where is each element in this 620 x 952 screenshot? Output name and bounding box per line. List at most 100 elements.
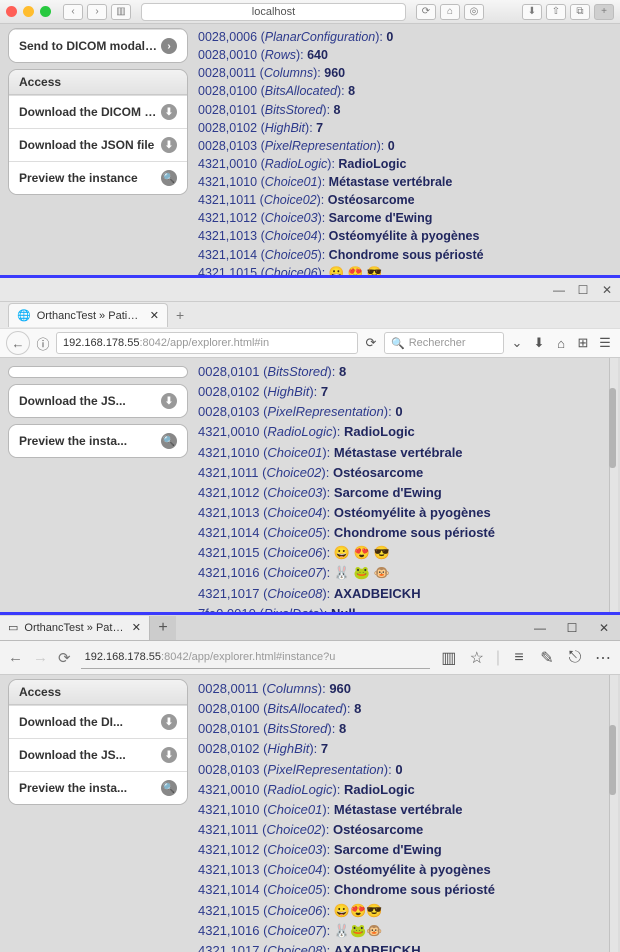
dicom-tag-list: 0028,0101 (BitsStored): 80028,0102 (High… [192, 358, 620, 612]
close-icon[interactable] [6, 6, 17, 17]
new-tab-button[interactable]: + [594, 4, 614, 20]
dicom-tag-row: 4321,1012 (Choice03): Sarcome d'Ewing [198, 209, 614, 227]
dicom-tag-row: 0028,0103 (PixelRepresentation): 0 [198, 760, 614, 780]
dicom-tag-row: 4321,1015 (Choice06): 😀 😍 😎 [198, 543, 614, 563]
preview-instance-button[interactable]: Preview the instance🔍 [9, 161, 187, 194]
maximize-icon[interactable] [40, 6, 51, 17]
dicom-tag-row: 4321,1016 (Choice07): 🐰🐸🐵 [198, 921, 614, 941]
preview-instance-button[interactable]: Preview the insta...🔍 [9, 425, 187, 457]
dicom-tag-row: 4321,1014 (Choice05): Chondrome sous pér… [198, 880, 614, 900]
dicom-tag-row: 0028,0011 (Columns): 960 [198, 64, 614, 82]
minimize-icon[interactable]: — [552, 283, 566, 297]
chevron-right-icon: › [161, 38, 177, 54]
preview-instance-button[interactable]: Preview the insta...🔍 [9, 771, 187, 804]
download-json-button[interactable]: Download the JSON file⬇ [9, 128, 187, 161]
scrollbar[interactable] [609, 358, 618, 612]
maximize-icon[interactable]: ☐ [556, 615, 588, 641]
reload-icon[interactable]: ⟳ [58, 649, 71, 667]
dicom-tag-row: 4321,1011 (Choice02): Ostéosarcome [198, 191, 614, 209]
info-icon[interactable]: ⓘ [34, 334, 52, 352]
downloads-icon[interactable]: ⬇ [522, 4, 542, 20]
menu-icon[interactable]: ⋯ [594, 648, 612, 668]
reader-icon[interactable]: ◎ [464, 4, 484, 20]
back-button[interactable]: ‹ [63, 4, 83, 20]
hub-icon[interactable]: ≡ [510, 649, 528, 667]
access-header: Access [9, 680, 187, 705]
download-json-button[interactable]: Download the JS...⬇ [9, 738, 187, 771]
notes-icon[interactable]: ✎ [538, 648, 556, 668]
close-tab-icon[interactable]: ✕ [132, 621, 141, 634]
reload-icon[interactable]: ⟳ [362, 334, 380, 352]
dicom-tag-row: 4321,1013 (Choice04): Ostéomyélite à pyo… [198, 860, 614, 880]
download-dicom-button[interactable]: Download the DICOM file⬇ [9, 95, 187, 128]
dicom-tag-row: 4321,1014 (Choice05): Chondrome sous pér… [198, 246, 614, 264]
dicom-tag-row: 4321,1017 (Choice08): AXADBEICKH [198, 941, 614, 952]
back-button[interactable]: ← [6, 331, 30, 355]
new-tab-button[interactable]: + [176, 307, 184, 323]
dicom-tag-row: 0028,0101 (BitsStored): 8 [198, 362, 614, 382]
library-icon[interactable]: ⊞ [574, 334, 592, 352]
dicom-tag-list: 0028,0006 (PlanarConfiguration): 0 0028,0… [192, 24, 620, 275]
dicom-tag-row: 0028,0102 (HighBit): 7 [198, 739, 614, 759]
dicom-tag-row: 0028,0100 (BitsAllocated): 8 [198, 699, 614, 719]
search-icon: 🔍 [161, 433, 177, 449]
menu-icon[interactable]: ☰ [596, 334, 614, 352]
download-json-button[interactable]: Download the JS...⬇ [9, 385, 187, 417]
forward-button[interactable]: → [33, 649, 48, 666]
dicom-tag-row: 4321,1015 (Choice06): 😀😍😎 [198, 901, 614, 921]
tabs-icon[interactable]: ⧉ [570, 4, 590, 20]
close-icon[interactable]: ✕ [600, 283, 614, 297]
send-dicom-button[interactable]: Send to DICOM modality› [9, 29, 187, 62]
dicom-tag-row: 0028,0102 (HighBit): 7 [198, 382, 614, 402]
close-tab-icon[interactable]: ✕ [150, 309, 159, 322]
share-icon[interactable]: ⇧ [546, 4, 566, 20]
search-input[interactable]: 🔍 Rechercher [384, 332, 504, 354]
globe-icon: 🌐 [17, 309, 31, 322]
address-bar[interactable]: 192.168.178.55:8042/app/explorer.html#in [56, 332, 358, 354]
dicom-tag-row: 4321,1011 (Choice02): Ostéosarcome [198, 463, 614, 483]
dicom-tag-row: 0028,0102 (HighBit): 7 [198, 119, 614, 137]
download-dicom-button[interactable]: Download the DI...⬇ [9, 705, 187, 738]
dicom-tag-row: 4321,0010 (RadioLogic): RadioLogic [198, 155, 614, 173]
home-icon[interactable]: ⌂ [552, 334, 570, 352]
dicom-tag-row: 4321,1017 (Choice08): AXADBEICKH [198, 584, 614, 604]
dicom-tag-row: 4321,1014 (Choice05): Chondrome sous pér… [198, 523, 614, 543]
reading-icon[interactable]: ▥ [440, 648, 458, 668]
maximize-icon[interactable]: ☐ [576, 283, 590, 297]
dicom-tag-row: 4321,1016 (Choice07): 🐰 🐸 🐵 [198, 563, 614, 583]
safari-toolbar: ‹ › ▥ localhost ⟳ ⌂ ◎ ⬇ ⇧ ⧉ + [0, 0, 620, 24]
minimize-icon[interactable] [23, 6, 34, 17]
back-button[interactable]: ← [8, 649, 23, 666]
new-tab-button[interactable]: + [150, 616, 176, 640]
browser-tab[interactable]: ▭ OrthancTest » Patient » ✕ [0, 616, 150, 640]
close-icon[interactable]: ✕ [588, 615, 620, 641]
dicom-tag-row: 4321,0010 (RadioLogic): RadioLogic [198, 780, 614, 800]
dicom-tag-row: 0028,0103 (PixelRepresentation): 0 [198, 402, 614, 422]
minimize-icon[interactable]: — [524, 615, 556, 641]
access-header: Access [9, 70, 187, 95]
address-bar[interactable]: 192.168.178.55:8042/app/explorer.html#in… [81, 647, 430, 669]
dicom-tag-row: 0028,0101 (BitsStored): 8 [198, 719, 614, 739]
dicom-tag-row: 0028,0006 (PlanarConfiguration): 0 [198, 28, 614, 46]
reload-icon[interactable]: ⟳ [416, 4, 436, 20]
dicom-tag-row: 4321,1010 (Choice01): Métastase vertébra… [198, 800, 614, 820]
address-bar[interactable]: localhost [141, 3, 406, 21]
pocket-icon[interactable]: ⌄ [508, 334, 526, 352]
dicom-tag-row: 4321,0010 (RadioLogic): RadioLogic [198, 422, 614, 442]
forward-button[interactable]: › [87, 4, 107, 20]
dicom-tag-row: 4321,1013 (Choice04): Ostéomyélite à pyo… [198, 503, 614, 523]
scrollbar[interactable] [609, 675, 618, 952]
downloads-icon[interactable]: ⬇ [530, 334, 548, 352]
dicom-tag-row: 4321,1010 (Choice01): Métastase vertébra… [198, 443, 614, 463]
favorite-icon[interactable]: ☆ [468, 648, 486, 668]
dicom-tag-row: 4321,1012 (Choice03): Sarcome d'Ewing [198, 840, 614, 860]
page-icon: ▭ [8, 621, 18, 634]
search-icon: 🔍 [391, 337, 405, 350]
dicom-tag-row: 4321,1012 (Choice03): Sarcome d'Ewing [198, 483, 614, 503]
dicom-tag-row: 0028,0100 (BitsAllocated): 8 [198, 82, 614, 100]
browser-tab[interactable]: 🌐 OrthancTest » Patient » Study ... ✕ [8, 303, 168, 327]
sidebar-toggle-icon[interactable]: ▥ [111, 4, 131, 20]
share-icon[interactable]: ⎋ [566, 649, 584, 667]
partial-item[interactable] [9, 367, 187, 377]
home-icon[interactable]: ⌂ [440, 4, 460, 20]
